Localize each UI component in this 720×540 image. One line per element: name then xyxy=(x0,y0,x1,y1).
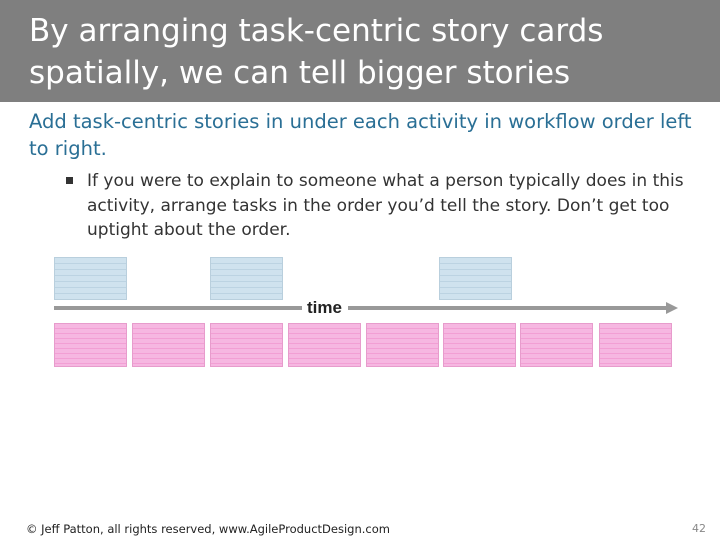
square-bullet-icon xyxy=(66,177,73,184)
task-card xyxy=(599,323,672,367)
task-card xyxy=(288,323,361,367)
task-card xyxy=(210,323,283,367)
timeline-line-right xyxy=(348,306,668,310)
slide-title: By arranging task-centric story cards sp… xyxy=(29,13,604,91)
activity-card xyxy=(210,257,283,300)
time-label: time xyxy=(307,298,342,317)
task-card xyxy=(520,323,593,367)
arrow-right-icon xyxy=(666,302,678,314)
title-bar: By arranging task-centric story cards sp… xyxy=(0,0,720,102)
bullet-level2: If you were to explain to someone what a… xyxy=(87,171,684,240)
activity-card xyxy=(54,257,127,300)
task-card xyxy=(54,323,127,367)
task-card xyxy=(443,323,516,367)
activity-card xyxy=(439,257,512,300)
task-card xyxy=(132,323,205,367)
timeline-line-left xyxy=(54,306,302,310)
page-number: 42 xyxy=(692,522,706,535)
task-card xyxy=(366,323,439,367)
bullet-level1: Add task-centric stories in under each a… xyxy=(29,110,692,160)
footer-copyright: © Jeff Patton, all rights reserved, www.… xyxy=(26,522,390,536)
